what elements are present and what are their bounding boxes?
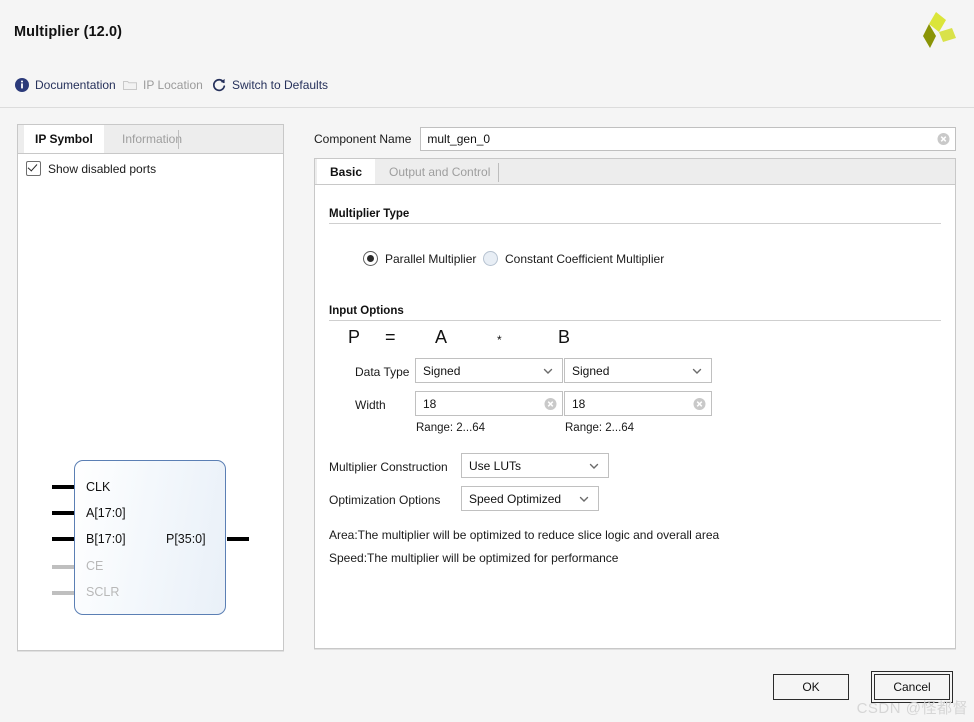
formula-a: A (435, 327, 448, 347)
speed-note: Speed:The multiplier will be optimized f… (329, 551, 619, 565)
radio-parallel-multiplier-label: Parallel Multiplier (385, 251, 477, 266)
ok-button-label: OK (802, 680, 820, 694)
cancel-button-label: Cancel (893, 680, 931, 694)
toolbar: Documentation IP Location Switch to Defa… (0, 62, 974, 108)
width-label: Width (355, 398, 386, 412)
component-name-input[interactable]: mult_gen_0 (420, 127, 956, 151)
switch-to-defaults-link[interactable]: Switch to Defaults (211, 76, 328, 94)
optimization-options-label: Optimization Options (329, 493, 441, 507)
width-a-range-hint: Range: 2...64 (416, 422, 486, 434)
configuration-panel: Component Name mult_gen_0 Basic Output a… (314, 124, 956, 649)
clear-circle-icon[interactable] (544, 397, 557, 410)
title-bar: Multiplier (12.0) (0, 0, 974, 63)
tab-output-and-control[interactable]: Output and Control (376, 159, 503, 185)
formula-times: * (497, 333, 502, 347)
data-type-b-value: Signed (572, 363, 610, 378)
optimization-options-select[interactable]: Speed Optimized (461, 486, 599, 511)
port-label-ce: CE (86, 559, 104, 573)
switch-to-defaults-label: Switch to Defaults (232, 78, 329, 92)
data-type-a-value: Signed (423, 363, 461, 378)
basic-tab-page: Multiplier Type Parallel Multiplier Cons… (314, 184, 956, 649)
ok-button[interactable]: OK (773, 674, 849, 700)
show-disabled-ports-label: Show disabled ports (48, 161, 157, 176)
show-disabled-ports-checkbox[interactable]: Show disabled ports (26, 161, 156, 176)
port-label-p: P[35:0] (166, 532, 206, 546)
info-icon (14, 77, 30, 93)
left-tab-strip: IP Symbol Information (18, 125, 283, 154)
chevron-down-icon (691, 365, 703, 377)
formula-p: P (348, 327, 361, 347)
tab-basic-label: Basic (330, 165, 363, 179)
ip-symbol-diagram: CLK A[17:0] B[17:0] CE SCLR P[35:0] (18, 185, 283, 645)
port-label-clk: CLK (86, 480, 111, 494)
component-name-row: Component Name mult_gen_0 (314, 124, 956, 154)
folder-icon (122, 77, 138, 93)
tab-ip-symbol[interactable]: IP Symbol (24, 125, 104, 153)
component-name-value: mult_gen_0 (427, 132, 491, 146)
port-wire-b (52, 537, 74, 541)
width-b-value: 18 (572, 396, 586, 411)
port-wire-clk (52, 485, 74, 489)
port-wire-ce (52, 565, 74, 569)
port-wire-a (52, 511, 74, 515)
section-rule (329, 223, 941, 224)
multiplier-type-section-header: Multiplier Type (329, 208, 941, 224)
tab-divider (498, 163, 499, 182)
data-type-label: Data Type (355, 365, 410, 379)
formula-b: B (558, 327, 571, 347)
tab-information-label: Information (122, 132, 183, 146)
port-label-b: B[17:0] (86, 532, 126, 546)
tab-basic[interactable]: Basic (317, 159, 376, 185)
width-b-range-hint: Range: 2...64 (565, 422, 635, 434)
ip-location-link[interactable]: IP Location (122, 76, 203, 94)
tab-output-and-control-label: Output and Control (389, 165, 491, 179)
watermark: CSDN @怪都督 (856, 700, 968, 717)
data-type-a-select[interactable]: Signed (415, 358, 563, 383)
chevron-down-icon (578, 493, 590, 505)
component-name-label: Component Name (314, 132, 412, 146)
page-title: Multiplier (12.0) (14, 24, 123, 40)
chevron-down-icon (588, 460, 600, 472)
port-wire-sclr (52, 591, 74, 595)
tab-ip-symbol-label: IP Symbol (35, 132, 93, 146)
clear-circle-icon[interactable] (937, 133, 950, 146)
data-type-b-select[interactable]: Signed (564, 358, 712, 383)
section-rule (329, 320, 941, 321)
multiplier-construction-select[interactable]: Use LUTs (461, 453, 609, 478)
tab-divider (178, 130, 179, 149)
radio-parallel-multiplier[interactable]: Parallel Multiplier (363, 251, 476, 266)
refresh-icon (211, 77, 227, 93)
chevron-down-icon (542, 365, 554, 377)
documentation-link[interactable]: Documentation (14, 76, 116, 94)
area-note: Area:The multiplier will be optimized to… (329, 528, 720, 542)
port-wire-p (227, 537, 249, 541)
radio-selected-icon (363, 251, 378, 266)
tab-strip: Basic Output and Control (314, 158, 956, 185)
tab-information[interactable]: Information (111, 125, 193, 153)
checkbox-check-icon (26, 161, 41, 176)
multiplier-type-heading: Multiplier Type (329, 208, 410, 220)
input-options-section-header: Input Options (329, 305, 941, 321)
port-label-sclr: SCLR (86, 585, 120, 599)
input-options-heading: Input Options (329, 305, 404, 317)
ip-location-label: IP Location (143, 78, 203, 92)
documentation-label: Documentation (35, 78, 116, 92)
radio-constant-coefficient-multiplier[interactable]: Constant Coefficient Multiplier (483, 251, 664, 266)
multiplier-construction-label: Multiplier Construction (329, 460, 448, 474)
radio-unselected-icon (483, 251, 498, 266)
clear-circle-icon[interactable] (693, 397, 706, 410)
formula-equals: = (385, 327, 396, 347)
optimization-options-value: Speed Optimized (469, 491, 562, 506)
radio-constant-coefficient-multiplier-label: Constant Coefficient Multiplier (505, 251, 665, 266)
amd-xilinx-logo-icon (912, 10, 958, 54)
width-a-value: 18 (423, 396, 437, 411)
width-b-input[interactable]: 18 (564, 391, 712, 416)
ip-symbol-panel: IP Symbol Information Show disabled port… (17, 124, 284, 651)
port-label-a: A[17:0] (86, 506, 126, 520)
width-a-input[interactable]: 18 (415, 391, 563, 416)
multiplier-construction-value: Use LUTs (469, 458, 522, 473)
